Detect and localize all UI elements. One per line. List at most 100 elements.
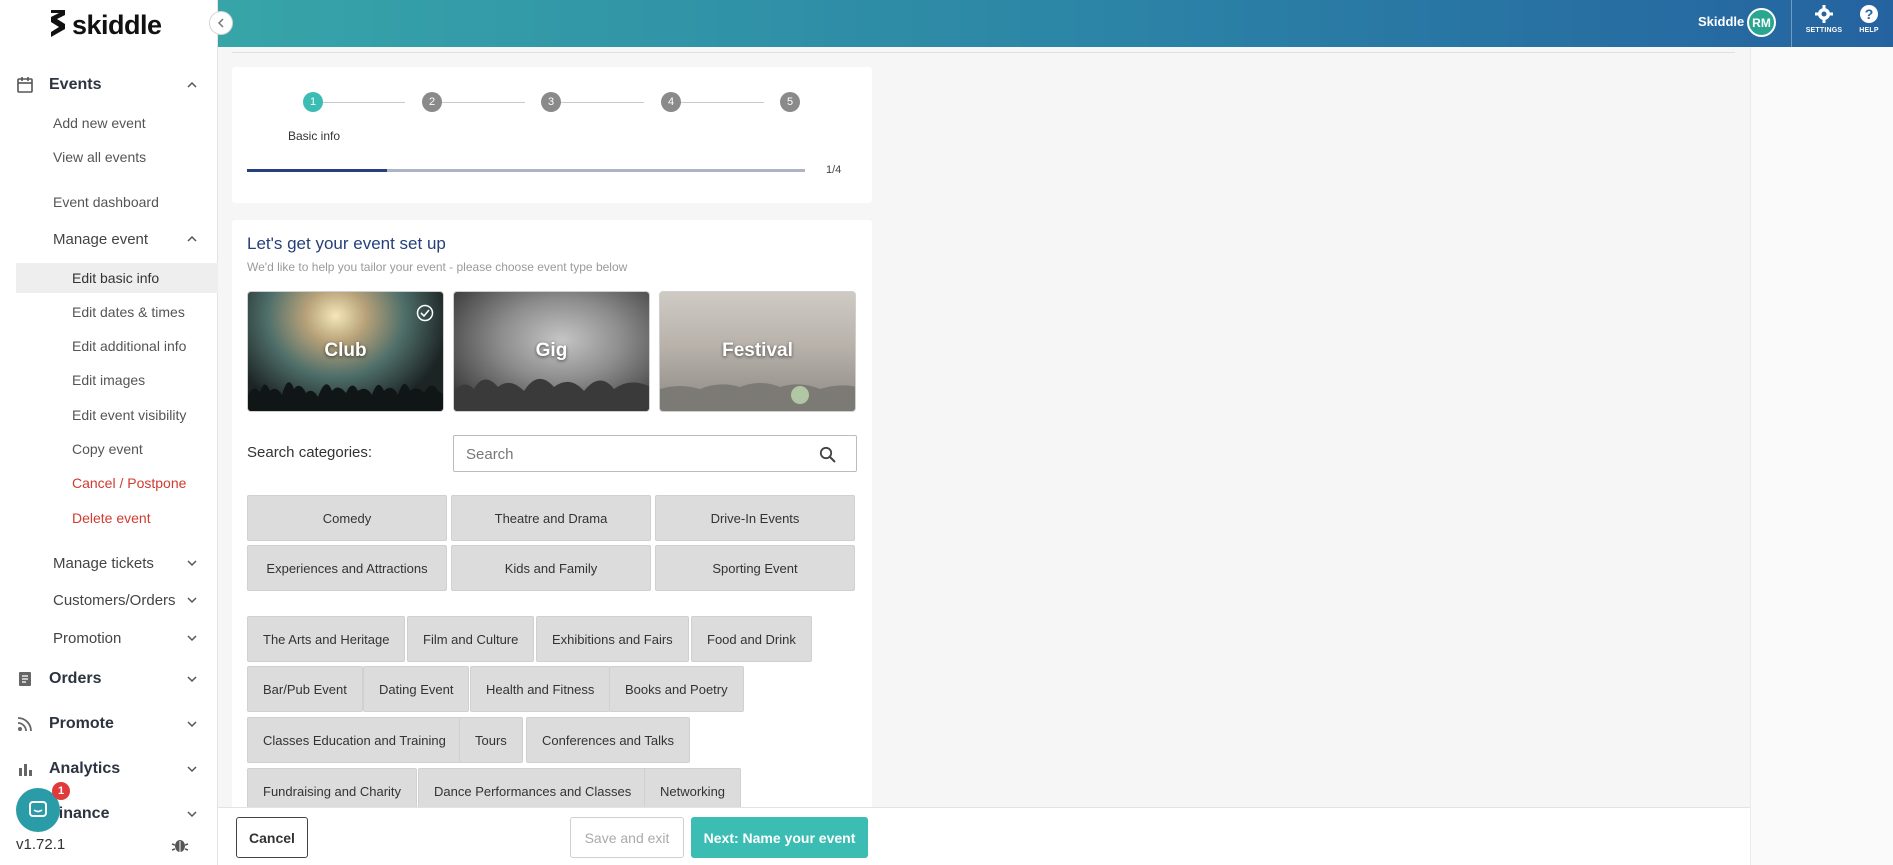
calendar-icon bbox=[17, 77, 33, 93]
page-subtitle: We'd like to help you tailor your event … bbox=[247, 260, 628, 274]
chat-icon bbox=[29, 801, 47, 817]
nav-section-orders[interactable]: Orders bbox=[0, 668, 218, 690]
sidebar-item-label: Customers/Orders bbox=[53, 591, 176, 609]
progress-label: 1/4 bbox=[826, 164, 842, 176]
receipt-icon bbox=[19, 672, 31, 686]
content-divider bbox=[232, 52, 1735, 53]
rss-icon bbox=[17, 717, 32, 732]
category-chip[interactable]: Food and Drink bbox=[691, 616, 812, 662]
save-and-exit-button[interactable]: Save and exit bbox=[570, 817, 684, 858]
category-chip[interactable]: Conferences and Talks bbox=[526, 717, 691, 763]
category-button[interactable]: Theatre and Drama bbox=[451, 495, 651, 541]
category-button[interactable]: Sporting Event bbox=[655, 545, 855, 591]
user-name[interactable]: Skiddle bbox=[1698, 14, 1744, 29]
sidebar-item-label: Promotion bbox=[53, 629, 122, 647]
sidebar-item-event-dashboard[interactable]: Event dashboard bbox=[53, 194, 159, 210]
search-input[interactable] bbox=[466, 444, 806, 464]
help-label: HELP bbox=[1859, 27, 1879, 34]
event-setup-card: Let's get your event set up We'd like to… bbox=[232, 220, 872, 814]
settings-label: SETTINGS bbox=[1805, 27, 1843, 34]
sidebar-item-promotion[interactable]: Promotion bbox=[0, 627, 218, 649]
search-icon[interactable] bbox=[819, 446, 836, 463]
category-button[interactable]: Experiences and Attractions bbox=[247, 545, 447, 591]
wizard-step-caption: Basic info bbox=[288, 129, 341, 143]
sidebar-item-add-new-event[interactable]: Add new event bbox=[53, 115, 146, 131]
chevron-down-icon bbox=[187, 811, 197, 818]
category-button[interactable]: Comedy bbox=[247, 495, 447, 541]
page-title: Let's get your event set up bbox=[247, 234, 446, 253]
sidebar-item-edit-images[interactable]: Edit images bbox=[72, 372, 145, 388]
sidebar-item-view-all-events[interactable]: View all events bbox=[53, 149, 146, 165]
help-icon: ? bbox=[1860, 5, 1878, 23]
sidebar: skiddle Events Add new event View all ev… bbox=[0, 0, 218, 865]
sidebar-item-customers-orders[interactable]: Customers/Orders bbox=[0, 589, 218, 611]
step-connector bbox=[439, 102, 525, 103]
chevron-down-icon bbox=[187, 766, 197, 773]
category-chip[interactable]: Dating Event bbox=[363, 666, 470, 712]
nav-section-events[interactable]: Events bbox=[0, 74, 218, 96]
chevron-down-icon bbox=[187, 635, 197, 642]
check-circle-icon bbox=[416, 304, 434, 322]
sidebar-item-delete-event[interactable]: Delete event bbox=[72, 510, 151, 526]
collapse-sidebar-button[interactable] bbox=[209, 11, 233, 35]
nav-section-analytics[interactable]: Analytics bbox=[0, 758, 218, 780]
category-chip[interactable]: Bar/Pub Event bbox=[247, 666, 363, 712]
skiddle-logo[interactable]: skiddle bbox=[48, 6, 162, 44]
category-button[interactable]: Kids and Family bbox=[451, 545, 651, 591]
step-connector bbox=[319, 102, 405, 103]
sidebar-item-copy-event[interactable]: Copy event bbox=[72, 441, 143, 457]
event-type-label: Gig bbox=[535, 340, 568, 361]
nav-section-label: Analytics bbox=[49, 760, 121, 777]
chevron-down-icon bbox=[187, 597, 197, 604]
next-button[interactable]: Next: Name your event bbox=[691, 817, 868, 858]
sidebar-item-manage-tickets[interactable]: Manage tickets bbox=[0, 552, 218, 574]
chevron-left-icon bbox=[217, 18, 224, 28]
category-button[interactable]: Drive-In Events bbox=[655, 495, 855, 541]
app-version: v1.72.1 bbox=[16, 836, 66, 853]
bug-icon[interactable] bbox=[171, 836, 189, 854]
sidebar-item-cancel-postpone[interactable]: Cancel / Postpone bbox=[72, 475, 186, 491]
brand-name: skiddle bbox=[72, 9, 162, 40]
nav-section-label: Events bbox=[49, 76, 102, 93]
event-type-club[interactable]: Club bbox=[247, 291, 444, 412]
wizard-step-5[interactable]: 5 bbox=[780, 92, 800, 112]
top-bar-divider bbox=[1791, 0, 1792, 47]
category-chip[interactable]: Tours bbox=[459, 717, 523, 763]
category-chip[interactable]: Books and Poetry bbox=[609, 666, 744, 712]
category-chip[interactable]: The Arts and Heritage bbox=[247, 616, 406, 662]
sidebar-item-edit-event-visibility[interactable]: Edit event visibility bbox=[72, 407, 186, 423]
category-chip[interactable]: Health and Fitness bbox=[470, 666, 611, 712]
wizard-progress-card: 1 2 3 4 5 Basic info 1/4 bbox=[232, 67, 872, 203]
nav-section-promote[interactable]: Promote bbox=[0, 713, 218, 735]
wizard-step-2[interactable]: 2 bbox=[422, 92, 442, 112]
category-chip[interactable]: Film and Culture bbox=[407, 616, 535, 662]
sidebar-item-edit-dates-times[interactable]: Edit dates & times bbox=[72, 304, 185, 320]
wizard-step-1[interactable]: 1 bbox=[303, 92, 323, 112]
category-chip[interactable]: Exhibitions and Fairs bbox=[536, 616, 689, 662]
chevron-up-icon bbox=[187, 235, 197, 242]
event-type-festival[interactable]: Festival bbox=[659, 291, 856, 412]
nav-section-label: Orders bbox=[49, 670, 102, 687]
wizard-step-3[interactable]: 3 bbox=[541, 92, 561, 112]
step-connector bbox=[678, 102, 764, 103]
event-type-gig[interactable]: Gig bbox=[453, 291, 650, 412]
nav-section-label: Promote bbox=[49, 715, 114, 732]
skiddle-logo-icon bbox=[51, 10, 65, 37]
cancel-button[interactable]: Cancel bbox=[236, 817, 308, 858]
crowd-silhouette-icon bbox=[660, 383, 855, 411]
sidebar-item-edit-basic-info[interactable]: Edit basic info bbox=[72, 270, 159, 286]
sidebar-item-label: Manage tickets bbox=[53, 554, 154, 572]
sidebar-item-edit-additional-info[interactable]: Edit additional info bbox=[72, 338, 186, 354]
sidebar-item-label: Manage event bbox=[53, 230, 149, 248]
top-bar bbox=[218, 0, 1893, 47]
settings-button[interactable]: SETTINGS bbox=[1804, 4, 1844, 34]
sidebar-item-manage-event[interactable]: Manage event bbox=[0, 228, 218, 250]
right-rail bbox=[1750, 47, 1893, 865]
wizard-step-4[interactable]: 4 bbox=[661, 92, 681, 112]
avatar[interactable]: RM bbox=[1747, 8, 1776, 37]
wizard-footer: Cancel Save and exit Next: Name your eve… bbox=[218, 807, 1750, 865]
help-button[interactable]: ? HELP bbox=[1849, 4, 1889, 34]
bar-chart-icon bbox=[19, 764, 32, 776]
progress-bar bbox=[247, 169, 805, 172]
category-chip[interactable]: Classes Education and Training bbox=[247, 717, 462, 763]
